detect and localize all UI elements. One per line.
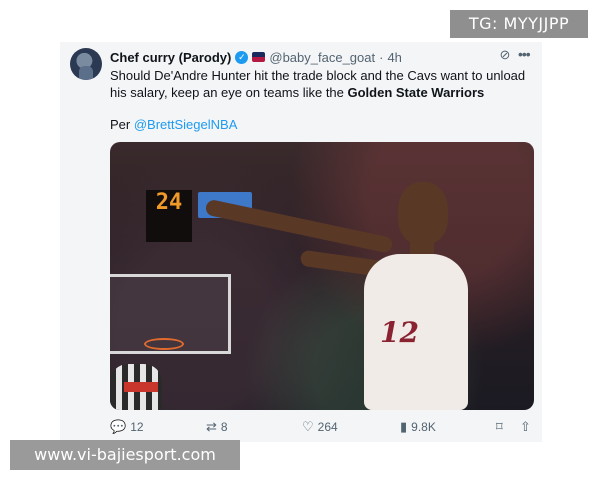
- tweet-header: Chef curry (Parody) ✓ @baby_face_goat · …: [110, 48, 402, 66]
- tweet-card[interactable]: Chef curry (Parody) ✓ @baby_face_goat · …: [60, 42, 542, 442]
- verified-badge-icon: ✓: [235, 50, 249, 64]
- author-handle[interactable]: @baby_face_goat: [269, 50, 375, 65]
- reply-icon: 💬: [110, 419, 127, 434]
- more-icon[interactable]: •••: [518, 47, 534, 61]
- like-count: 264: [317, 420, 338, 434]
- bookmark-icon: ⌑: [496, 419, 503, 434]
- per-label: Per: [110, 117, 134, 132]
- reply-button[interactable]: 💬 12: [110, 419, 144, 435]
- share-icon: ⇧: [520, 419, 531, 434]
- views-count: 9.8K: [411, 420, 436, 434]
- watermark-top: TG: MYYJJPP: [450, 10, 588, 38]
- flag-icon: [252, 52, 266, 62]
- shot-clock: 24: [146, 190, 192, 242]
- watermark-bottom: www.vi-bajiesport.com: [10, 440, 240, 470]
- tweet-image[interactable]: 24 12: [110, 142, 534, 410]
- bookmark-button[interactable]: ⌑: [496, 420, 503, 434]
- views-button[interactable]: ▮ 9.8K: [400, 419, 436, 435]
- avatar[interactable]: [70, 48, 102, 80]
- retweet-button[interactable]: ⇄ 8: [206, 419, 228, 435]
- per-line: Per @BrettSiegelNBA: [110, 116, 237, 133]
- share-button[interactable]: ⇧: [520, 420, 531, 434]
- like-button[interactable]: ♡ 264: [302, 419, 338, 435]
- mention-link[interactable]: @BrettSiegelNBA: [134, 117, 238, 132]
- views-icon: ▮: [400, 419, 408, 434]
- tweet-text-bold: Golden State Warriors: [347, 85, 485, 100]
- separator: ·: [379, 49, 384, 65]
- retweet-count: 8: [220, 420, 228, 434]
- retweet-icon: ⇄: [206, 419, 217, 434]
- referee-logo: [124, 382, 158, 392]
- reply-count: 12: [130, 420, 144, 434]
- jersey-number: 12: [380, 316, 419, 349]
- author-name[interactable]: Chef curry (Parody): [110, 50, 231, 65]
- grok-icon[interactable]: ⊘: [498, 48, 512, 62]
- player-head: [398, 182, 448, 244]
- hoop-rim: [144, 338, 184, 350]
- like-icon: ♡: [302, 419, 314, 434]
- timestamp[interactable]: 4h: [387, 50, 401, 65]
- tweet-text: Should De'Andre Hunter hit the trade blo…: [110, 67, 538, 101]
- tweet-actions: 💬 12 ⇄ 8 ♡ 264 ▮ 9.8K ⌑ ⇧: [110, 420, 538, 438]
